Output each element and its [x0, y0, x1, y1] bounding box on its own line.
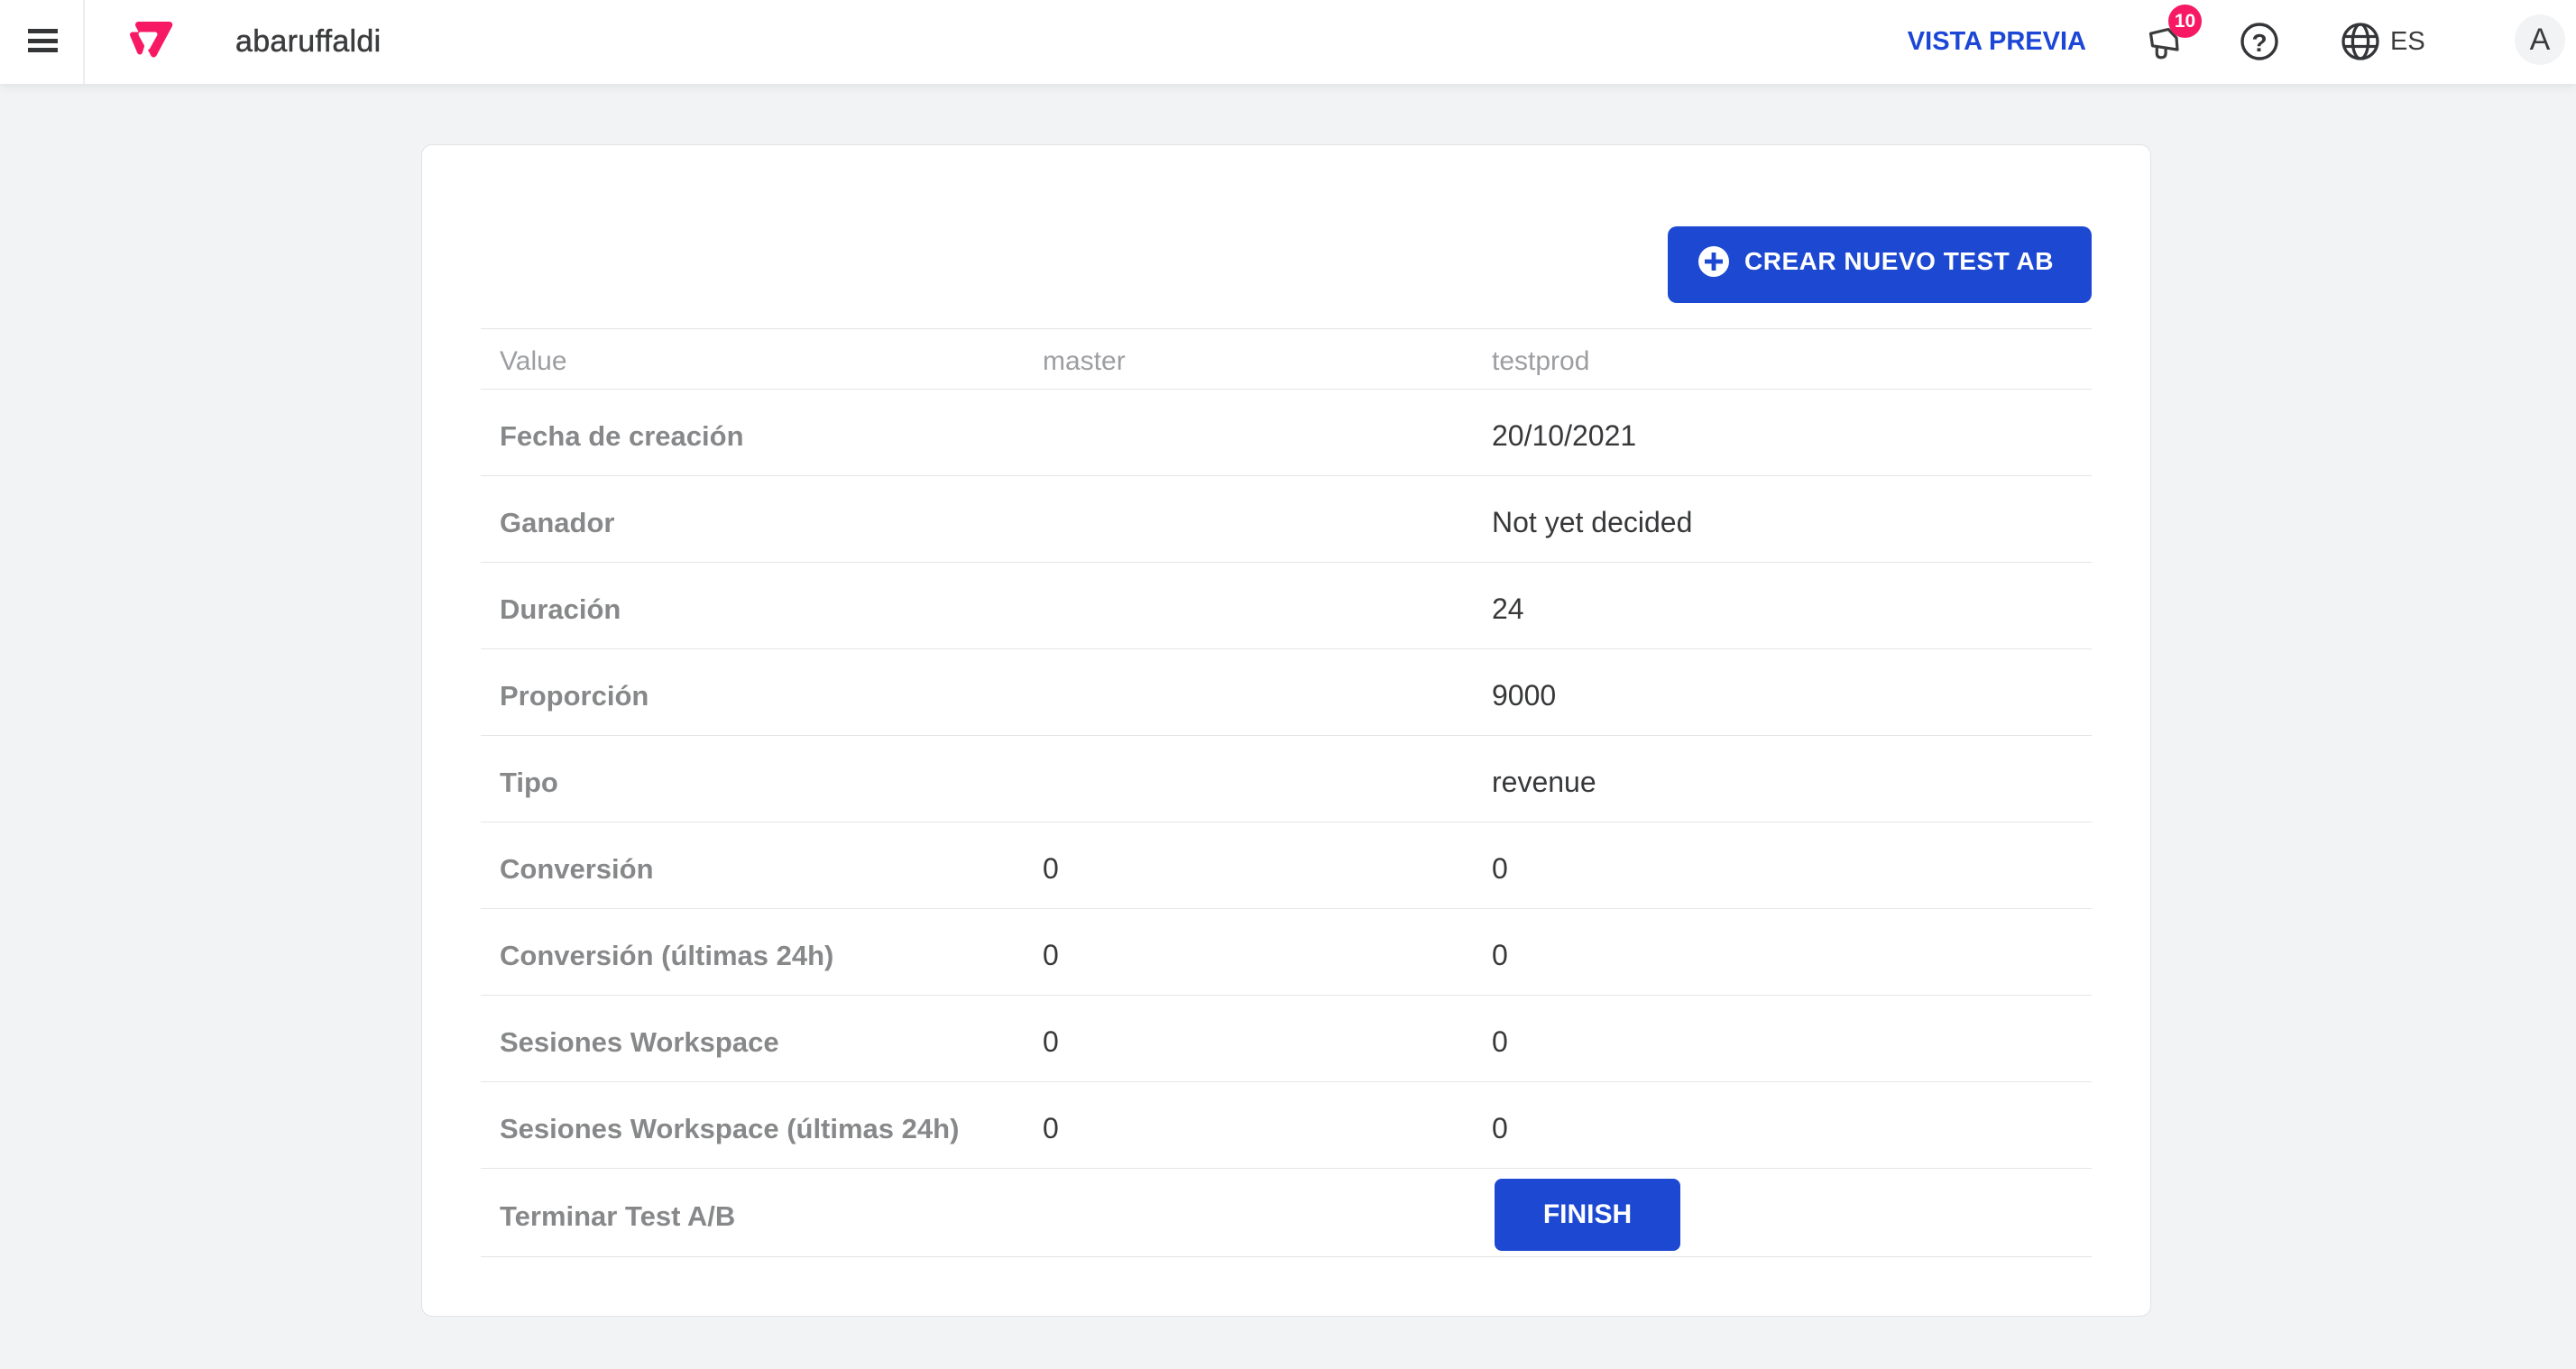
svg-text:?: ?: [2251, 29, 2267, 57]
